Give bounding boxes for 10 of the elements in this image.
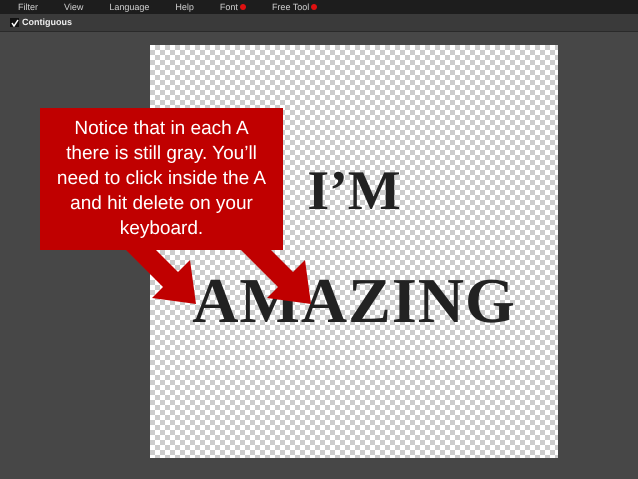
menu-item[interactable]: Free Tool [272,2,318,12]
menu-item[interactable]: Filter [18,2,38,12]
callout-note: Notice that in each A there is still gray. You’ll need to click inside the A and hit delete on your keyboard. [40,108,283,250]
menu-item[interactable]: View [64,2,84,12]
menu-item[interactable]: Help [175,2,194,12]
canvas-text: I’M [307,163,401,219]
contiguous-checkbox[interactable]: Contiguous [10,16,72,30]
menu-item[interactable]: Font [220,2,246,12]
check-icon [10,18,18,27]
menu-item[interactable]: Language [109,2,150,12]
